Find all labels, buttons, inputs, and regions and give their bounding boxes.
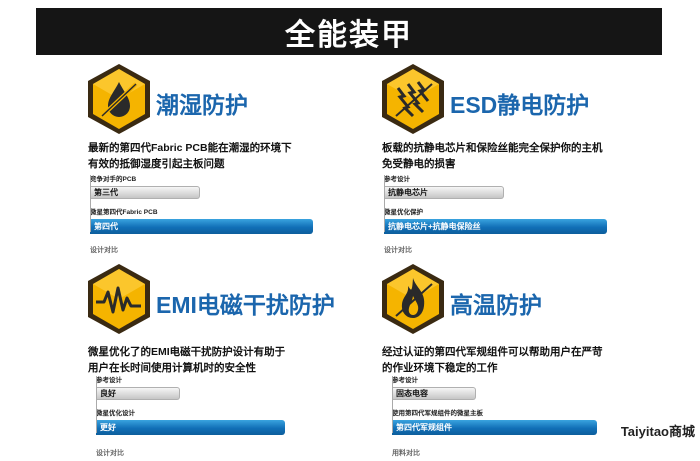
reference-bar-value: 固态电容 <box>396 389 428 398</box>
comparison-label: 参考设计 <box>96 377 122 384</box>
reference-bar-value: 第三代 <box>94 188 118 197</box>
comparison-chart: 参考设计 良好 微星优化设计 更好 <box>96 376 316 435</box>
feature-description: 最新的第四代Fabric PCB能在潮湿的环境下 有效的抵御湿度引起主板问题 <box>88 140 318 172</box>
feature-humidity: 潮湿防护 最新的第四代Fabric PCB能在潮湿的环境下 有效的抵御湿度引起主… <box>84 62 374 262</box>
description-line: 的作业环境下稳定的工作 <box>382 362 498 374</box>
reference-bar: 第三代 <box>90 186 201 199</box>
description-line: 板载的抗静电芯片和保险丝能完全保护你的主机 <box>382 142 603 154</box>
comparison-label: 微星第四代Fabric PCB <box>90 209 158 216</box>
axis-line <box>392 376 393 433</box>
reference-bar-value: 良好 <box>100 389 116 398</box>
title-banner: 全能装甲 <box>36 8 662 55</box>
reference-bar: 固态电容 <box>392 387 476 400</box>
reference-bar: 抗静电芯片 <box>384 186 504 199</box>
reference-bar: 良好 <box>96 387 180 400</box>
esd-lightning-icon <box>378 62 448 136</box>
axis-line <box>384 175 385 232</box>
feature-emi: EMI电磁干扰防护 微星优化了的EMI电磁干扰防护设计有助于 用户在长时间使用计… <box>84 262 374 461</box>
comparison-chart: 参考设计 固态电容 使用第四代军规组件的微星主板 第四代军规组件 <box>392 376 612 435</box>
msi-bar-value: 抗静电芯片+抗静电保险丝 <box>388 222 481 231</box>
comparison-label: 使用第四代军规组件的微星主板 <box>392 410 483 417</box>
description-line: 免受静电的损害 <box>382 158 456 170</box>
description-line: 最新的第四代Fabric PCB能在潮湿的环境下 <box>88 142 292 154</box>
msi-bar: 抗静电芯片+抗静电保险丝 <box>384 219 608 234</box>
comparison-label: 参考设计 <box>392 377 418 384</box>
msi-bar-value: 第四代 <box>94 222 118 231</box>
comparison-footer: 设计对比 <box>96 450 124 457</box>
comparison-footer: 设计对比 <box>90 247 118 254</box>
humidity-icon <box>84 62 154 136</box>
feature-description: 板载的抗静电芯片和保险丝能完全保护你的主机 免受静电的损害 <box>382 140 642 172</box>
feature-title: 潮湿防护 <box>156 92 248 118</box>
msi-bar: 第四代军规组件 <box>392 420 597 435</box>
description-line: 用户在长时间使用计算机时的安全性 <box>88 362 256 374</box>
reference-bar-value: 抗静电芯片 <box>388 188 428 197</box>
feature-title: 高温防护 <box>450 292 542 318</box>
feature-description: 经过认证的第四代军规组件可以帮助用户在严苛 的作业环境下稳定的工作 <box>382 344 642 376</box>
comparison-label: 微星优化保护 <box>384 209 423 216</box>
description-line: 微星优化了的EMI电磁干扰防护设计有助于 <box>88 346 286 358</box>
comparison-chart: 参考设计 抗静电芯片 微星优化保护 抗静电芯片+抗静电保险丝 <box>384 175 624 234</box>
feature-esd: ESD静电防护 板载的抗静电芯片和保险丝能完全保护你的主机 免受静电的损害 参考… <box>378 62 668 262</box>
page-title: 全能装甲 <box>285 18 413 52</box>
comparison-chart: 竞争对手的PCB 第三代 微星第四代Fabric PCB 第四代 <box>90 175 330 234</box>
flame-icon <box>378 262 448 336</box>
comparison-label: 参考设计 <box>384 176 410 183</box>
msi-bar: 第四代 <box>90 219 314 234</box>
store-watermark: Taiyitao商城 <box>617 420 698 441</box>
description-line: 有效的抵御湿度引起主板问题 <box>88 158 225 170</box>
axis-line <box>90 175 91 232</box>
emi-wave-icon <box>84 262 154 336</box>
axis-line <box>96 376 97 433</box>
comparison-footer: 设计对比 <box>384 247 412 254</box>
comparison-label: 竞争对手的PCB <box>90 176 137 183</box>
feature-description: 微星优化了的EMI电磁干扰防护设计有助于 用户在长时间使用计算机时的安全性 <box>88 344 318 376</box>
msi-bar-value: 第四代军规组件 <box>396 423 452 432</box>
msi-bar-value: 更好 <box>100 423 116 432</box>
comparison-footer: 用料对比 <box>392 450 420 457</box>
description-line: 经过认证的第四代军规组件可以帮助用户在严苛 <box>382 346 603 358</box>
msi-bar: 更好 <box>96 420 286 435</box>
feature-title: EMI电磁干扰防护 <box>156 292 335 318</box>
comparison-label: 微星优化设计 <box>96 410 135 417</box>
feature-title: ESD静电防护 <box>450 92 590 118</box>
